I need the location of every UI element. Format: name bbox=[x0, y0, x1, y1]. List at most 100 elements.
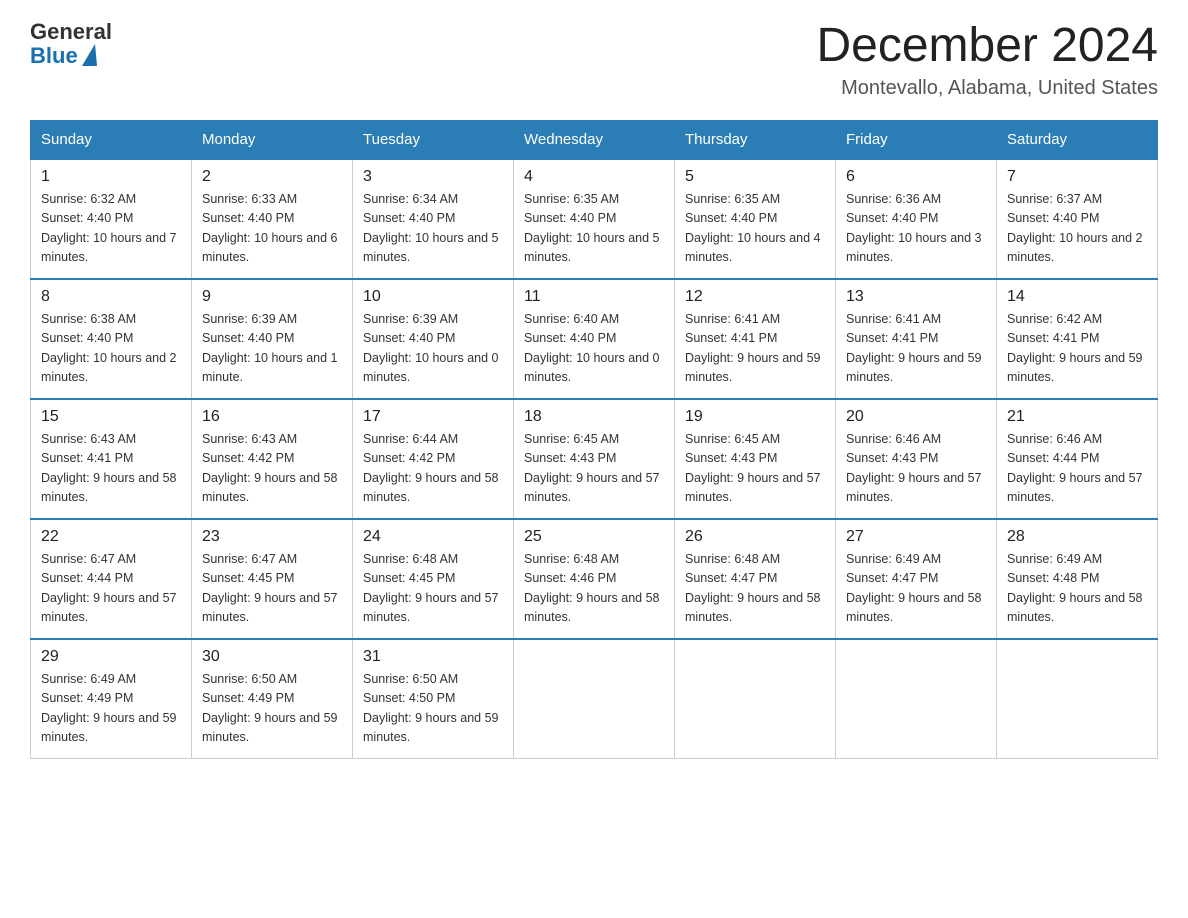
calendar-cell bbox=[836, 639, 997, 759]
logo-general: General bbox=[30, 20, 112, 44]
day-number: 9 bbox=[202, 288, 342, 306]
day-number: 25 bbox=[524, 528, 664, 546]
day-info: Sunrise: 6:35 AMSunset: 4:40 PMDaylight:… bbox=[524, 190, 664, 268]
day-info: Sunrise: 6:40 AMSunset: 4:40 PMDaylight:… bbox=[524, 310, 664, 388]
calendar-cell: 27 Sunrise: 6:49 AMSunset: 4:47 PMDaylig… bbox=[836, 519, 997, 639]
column-header-sunday: Sunday bbox=[31, 120, 192, 159]
calendar-cell: 22 Sunrise: 6:47 AMSunset: 4:44 PMDaylig… bbox=[31, 519, 192, 639]
calendar-cell: 30 Sunrise: 6:50 AMSunset: 4:49 PMDaylig… bbox=[192, 639, 353, 759]
page-header: General Blue December 2024 Montevallo, A… bbox=[30, 20, 1158, 100]
calendar-cell: 15 Sunrise: 6:43 AMSunset: 4:41 PMDaylig… bbox=[31, 399, 192, 519]
day-info: Sunrise: 6:35 AMSunset: 4:40 PMDaylight:… bbox=[685, 190, 825, 268]
day-info: Sunrise: 6:32 AMSunset: 4:40 PMDaylight:… bbox=[41, 190, 181, 268]
logo: General Blue bbox=[30, 20, 112, 68]
column-header-thursday: Thursday bbox=[675, 120, 836, 159]
day-info: Sunrise: 6:41 AMSunset: 4:41 PMDaylight:… bbox=[685, 310, 825, 388]
calendar-cell: 5 Sunrise: 6:35 AMSunset: 4:40 PMDayligh… bbox=[675, 159, 836, 279]
column-header-saturday: Saturday bbox=[997, 120, 1158, 159]
calendar-cell: 26 Sunrise: 6:48 AMSunset: 4:47 PMDaylig… bbox=[675, 519, 836, 639]
day-info: Sunrise: 6:48 AMSunset: 4:46 PMDaylight:… bbox=[524, 550, 664, 628]
calendar-cell: 25 Sunrise: 6:48 AMSunset: 4:46 PMDaylig… bbox=[514, 519, 675, 639]
day-info: Sunrise: 6:45 AMSunset: 4:43 PMDaylight:… bbox=[524, 430, 664, 508]
day-number: 21 bbox=[1007, 408, 1147, 426]
calendar-cell: 14 Sunrise: 6:42 AMSunset: 4:41 PMDaylig… bbox=[997, 279, 1158, 399]
day-number: 12 bbox=[685, 288, 825, 306]
calendar-cell: 18 Sunrise: 6:45 AMSunset: 4:43 PMDaylig… bbox=[514, 399, 675, 519]
day-number: 11 bbox=[524, 288, 664, 306]
calendar-cell: 28 Sunrise: 6:49 AMSunset: 4:48 PMDaylig… bbox=[997, 519, 1158, 639]
logo-blue: Blue bbox=[30, 44, 78, 68]
day-number: 31 bbox=[363, 648, 503, 666]
day-info: Sunrise: 6:39 AMSunset: 4:40 PMDaylight:… bbox=[202, 310, 342, 388]
calendar-cell: 23 Sunrise: 6:47 AMSunset: 4:45 PMDaylig… bbox=[192, 519, 353, 639]
day-number: 2 bbox=[202, 168, 342, 186]
calendar-week-2: 8 Sunrise: 6:38 AMSunset: 4:40 PMDayligh… bbox=[31, 279, 1158, 399]
day-info: Sunrise: 6:50 AMSunset: 4:50 PMDaylight:… bbox=[363, 670, 503, 748]
calendar-cell: 10 Sunrise: 6:39 AMSunset: 4:40 PMDaylig… bbox=[353, 279, 514, 399]
column-header-monday: Monday bbox=[192, 120, 353, 159]
day-number: 23 bbox=[202, 528, 342, 546]
day-number: 27 bbox=[846, 528, 986, 546]
calendar-week-5: 29 Sunrise: 6:49 AMSunset: 4:49 PMDaylig… bbox=[31, 639, 1158, 759]
calendar-cell: 2 Sunrise: 6:33 AMSunset: 4:40 PMDayligh… bbox=[192, 159, 353, 279]
calendar-cell bbox=[675, 639, 836, 759]
calendar-week-4: 22 Sunrise: 6:47 AMSunset: 4:44 PMDaylig… bbox=[31, 519, 1158, 639]
day-number: 18 bbox=[524, 408, 664, 426]
title-block: December 2024 Montevallo, Alabama, Unite… bbox=[816, 20, 1158, 100]
calendar-table: SundayMondayTuesdayWednesdayThursdayFrid… bbox=[30, 120, 1158, 760]
day-number: 30 bbox=[202, 648, 342, 666]
day-number: 20 bbox=[846, 408, 986, 426]
day-number: 26 bbox=[685, 528, 825, 546]
day-number: 14 bbox=[1007, 288, 1147, 306]
day-number: 13 bbox=[846, 288, 986, 306]
calendar-cell: 29 Sunrise: 6:49 AMSunset: 4:49 PMDaylig… bbox=[31, 639, 192, 759]
day-number: 3 bbox=[363, 168, 503, 186]
calendar-cell: 11 Sunrise: 6:40 AMSunset: 4:40 PMDaylig… bbox=[514, 279, 675, 399]
location-subtitle: Montevallo, Alabama, United States bbox=[816, 77, 1158, 100]
day-number: 6 bbox=[846, 168, 986, 186]
day-number: 17 bbox=[363, 408, 503, 426]
day-info: Sunrise: 6:47 AMSunset: 4:45 PMDaylight:… bbox=[202, 550, 342, 628]
day-info: Sunrise: 6:44 AMSunset: 4:42 PMDaylight:… bbox=[363, 430, 503, 508]
day-info: Sunrise: 6:48 AMSunset: 4:47 PMDaylight:… bbox=[685, 550, 825, 628]
day-number: 29 bbox=[41, 648, 181, 666]
calendar-cell: 9 Sunrise: 6:39 AMSunset: 4:40 PMDayligh… bbox=[192, 279, 353, 399]
day-info: Sunrise: 6:38 AMSunset: 4:40 PMDaylight:… bbox=[41, 310, 181, 388]
calendar-cell: 24 Sunrise: 6:48 AMSunset: 4:45 PMDaylig… bbox=[353, 519, 514, 639]
day-info: Sunrise: 6:49 AMSunset: 4:47 PMDaylight:… bbox=[846, 550, 986, 628]
calendar-cell: 8 Sunrise: 6:38 AMSunset: 4:40 PMDayligh… bbox=[31, 279, 192, 399]
calendar-cell: 1 Sunrise: 6:32 AMSunset: 4:40 PMDayligh… bbox=[31, 159, 192, 279]
day-info: Sunrise: 6:48 AMSunset: 4:45 PMDaylight:… bbox=[363, 550, 503, 628]
day-number: 1 bbox=[41, 168, 181, 186]
day-info: Sunrise: 6:49 AMSunset: 4:49 PMDaylight:… bbox=[41, 670, 181, 748]
day-number: 15 bbox=[41, 408, 181, 426]
month-title: December 2024 bbox=[816, 20, 1158, 73]
day-number: 7 bbox=[1007, 168, 1147, 186]
day-info: Sunrise: 6:50 AMSunset: 4:49 PMDaylight:… bbox=[202, 670, 342, 748]
day-number: 28 bbox=[1007, 528, 1147, 546]
day-info: Sunrise: 6:41 AMSunset: 4:41 PMDaylight:… bbox=[846, 310, 986, 388]
column-header-friday: Friday bbox=[836, 120, 997, 159]
calendar-cell: 7 Sunrise: 6:37 AMSunset: 4:40 PMDayligh… bbox=[997, 159, 1158, 279]
day-info: Sunrise: 6:47 AMSunset: 4:44 PMDaylight:… bbox=[41, 550, 181, 628]
day-info: Sunrise: 6:34 AMSunset: 4:40 PMDaylight:… bbox=[363, 190, 503, 268]
calendar-cell: 3 Sunrise: 6:34 AMSunset: 4:40 PMDayligh… bbox=[353, 159, 514, 279]
calendar-cell: 21 Sunrise: 6:46 AMSunset: 4:44 PMDaylig… bbox=[997, 399, 1158, 519]
day-info: Sunrise: 6:46 AMSunset: 4:43 PMDaylight:… bbox=[846, 430, 986, 508]
column-header-wednesday: Wednesday bbox=[514, 120, 675, 159]
day-info: Sunrise: 6:36 AMSunset: 4:40 PMDaylight:… bbox=[846, 190, 986, 268]
day-number: 4 bbox=[524, 168, 664, 186]
calendar-cell: 17 Sunrise: 6:44 AMSunset: 4:42 PMDaylig… bbox=[353, 399, 514, 519]
day-info: Sunrise: 6:42 AMSunset: 4:41 PMDaylight:… bbox=[1007, 310, 1147, 388]
day-number: 22 bbox=[41, 528, 181, 546]
calendar-cell: 6 Sunrise: 6:36 AMSunset: 4:40 PMDayligh… bbox=[836, 159, 997, 279]
calendar-week-1: 1 Sunrise: 6:32 AMSunset: 4:40 PMDayligh… bbox=[31, 159, 1158, 279]
calendar-cell: 13 Sunrise: 6:41 AMSunset: 4:41 PMDaylig… bbox=[836, 279, 997, 399]
calendar-cell: 31 Sunrise: 6:50 AMSunset: 4:50 PMDaylig… bbox=[353, 639, 514, 759]
calendar-week-3: 15 Sunrise: 6:43 AMSunset: 4:41 PMDaylig… bbox=[31, 399, 1158, 519]
calendar-cell: 16 Sunrise: 6:43 AMSunset: 4:42 PMDaylig… bbox=[192, 399, 353, 519]
day-info: Sunrise: 6:43 AMSunset: 4:41 PMDaylight:… bbox=[41, 430, 181, 508]
day-info: Sunrise: 6:39 AMSunset: 4:40 PMDaylight:… bbox=[363, 310, 503, 388]
day-number: 8 bbox=[41, 288, 181, 306]
day-number: 10 bbox=[363, 288, 503, 306]
